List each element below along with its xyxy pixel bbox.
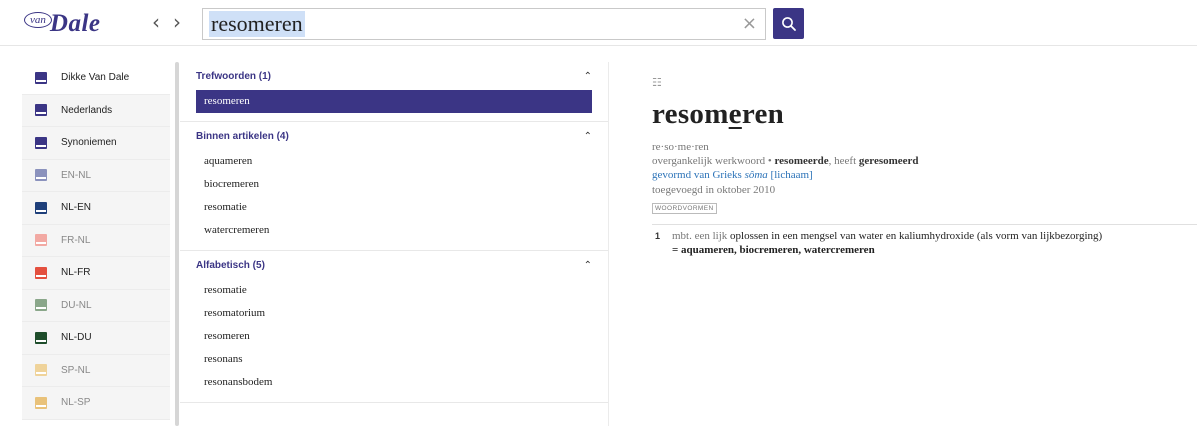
section-header[interactable]: Binnen artikelen (4) ⌃ bbox=[196, 122, 592, 150]
definition-body: oplossen in een mengsel van water en kal… bbox=[727, 230, 1103, 242]
dictionary-icon bbox=[35, 136, 47, 149]
result-item[interactable]: resomatie bbox=[196, 196, 592, 219]
search-button[interactable] bbox=[773, 8, 804, 39]
past-participle: geresomeerd bbox=[858, 155, 919, 167]
sidebar-item-nl-en[interactable]: NL-EN bbox=[22, 192, 170, 225]
result-item[interactable]: aquameren bbox=[196, 150, 592, 173]
sidebar-item-label: SP-NL bbox=[61, 364, 91, 376]
sidebar-item-label: FR-NL bbox=[61, 234, 91, 246]
section-header[interactable]: Alfabetisch (5) ⌃ bbox=[196, 251, 592, 279]
section-header[interactable]: Trefwoorden (1) ⌃ bbox=[196, 62, 592, 90]
result-item[interactable]: biocremeren bbox=[196, 173, 592, 196]
section-title: Binnen artikelen (4) bbox=[196, 130, 289, 142]
definition-synonyms: = aquameren, biocremeren, watercremeren bbox=[672, 244, 875, 256]
sidebar-item-label: NL-DU bbox=[61, 332, 92, 344]
forward-arrow-icon[interactable]: › bbox=[173, 12, 181, 32]
dictionary-icon bbox=[35, 104, 47, 117]
results-panel: Trefwoorden (1) ⌃ resomeren Binnen artikele… bbox=[180, 62, 608, 426]
grammar-type: overgankelijk werkwoord • bbox=[652, 155, 775, 167]
result-item[interactable]: resomeren bbox=[196, 325, 592, 348]
definition-divider bbox=[652, 224, 1197, 225]
date-added: toegevoegd in oktober 2010 bbox=[652, 184, 776, 196]
result-item[interactable]: resonansbodem bbox=[196, 371, 592, 394]
dictionary-icon bbox=[35, 364, 47, 377]
dictionary-sidebar: Dikke Van Dale Nederlands Synoniemen EN-NL N… bbox=[22, 62, 170, 426]
header: van Dale ‹ › resomeren × bbox=[0, 0, 1197, 46]
etymology-word: sôma bbox=[744, 169, 768, 181]
result-item[interactable]: resomatie bbox=[196, 279, 592, 302]
sidebar-item-sp-nl[interactable]: SP-NL bbox=[22, 354, 170, 387]
etymology-text: gevormd van Grieks bbox=[652, 169, 745, 181]
search-icon bbox=[781, 16, 796, 31]
panel-divider bbox=[608, 62, 609, 426]
chevron-up-icon[interactable]: ⌃ bbox=[584, 260, 592, 271]
section-title: Trefwoorden (1) bbox=[196, 70, 272, 82]
grammar-connector: , heeft bbox=[828, 155, 859, 167]
result-item[interactable]: resonans bbox=[196, 348, 592, 371]
headword-stress: e bbox=[728, 98, 742, 130]
result-item[interactable]: watercremeren bbox=[196, 219, 592, 242]
results-section: Alfabetisch (5) ⌃ resomatie resomatorium res… bbox=[180, 251, 608, 403]
sidebar-item-label: NL-SP bbox=[61, 397, 91, 409]
sidebar-item-label: EN-NL bbox=[61, 169, 92, 181]
definition-text: mbt. een lijk oplossen in een mengsel va… bbox=[672, 230, 1102, 242]
results-section: Binnen artikelen (4) ⌃ aquameren biocremere… bbox=[180, 122, 608, 251]
dictionary-icon bbox=[35, 234, 47, 247]
sidebar-item-label: Nederlands bbox=[61, 104, 113, 116]
result-item[interactable]: resomatorium bbox=[196, 302, 592, 325]
headword-part: ren bbox=[741, 98, 785, 130]
headword: resomeren bbox=[652, 98, 784, 131]
grammar-info: overgankelijk werkwoord • resomeerde, he… bbox=[652, 155, 919, 167]
sidebar-item-label: NL-FR bbox=[61, 267, 91, 279]
sidebar-item-label: NL-EN bbox=[61, 202, 92, 214]
sidebar-item-en-nl[interactable]: EN-NL bbox=[22, 159, 170, 192]
sidebar-item-nl-fr[interactable]: NL-FR bbox=[22, 257, 170, 290]
back-arrow-icon[interactable]: ‹ bbox=[152, 12, 160, 32]
dictionary-icon bbox=[35, 169, 47, 182]
sidebar-item-fr-nl[interactable]: FR-NL bbox=[22, 224, 170, 257]
result-item[interactable]: resomeren bbox=[196, 90, 592, 113]
list-toggle-icon[interactable]: ☷ bbox=[652, 76, 662, 89]
sidebar-item-label: Synoniemen bbox=[61, 137, 117, 149]
entry-detail: ☷ resomeren re·so·me·ren overgankelijk w… bbox=[652, 62, 1197, 426]
sidebar-scrollbar[interactable] bbox=[175, 62, 179, 426]
chevron-up-icon[interactable]: ⌃ bbox=[584, 131, 592, 142]
search-input[interactable]: resomeren bbox=[209, 11, 305, 37]
van-dale-logo[interactable]: van Dale bbox=[24, 10, 101, 38]
wordforms-button[interactable]: WOORDVORMEN bbox=[652, 203, 717, 214]
sidebar-item-nederlands[interactable]: Nederlands bbox=[22, 94, 170, 127]
logo-dale: Dale bbox=[49, 10, 101, 37]
dictionary-icon bbox=[35, 299, 47, 312]
sidebar-item-nl-sp[interactable]: NL-SP bbox=[22, 387, 170, 420]
section-title: Alfabetisch (5) bbox=[196, 259, 265, 271]
headword-part: resom bbox=[652, 98, 729, 130]
search-box: resomeren × bbox=[202, 8, 766, 40]
logo-van: van bbox=[24, 12, 52, 28]
sidebar-item-nl-du[interactable]: NL-DU bbox=[22, 322, 170, 355]
sidebar-item-label: DU-NL bbox=[61, 299, 92, 311]
definition-label: mbt. een lijk bbox=[672, 230, 728, 242]
sidebar-item-label: Dikke Van Dale bbox=[61, 72, 130, 84]
sidebar-item-dikke-van-dale[interactable]: Dikke Van Dale bbox=[22, 62, 170, 95]
dictionary-icon bbox=[35, 396, 47, 409]
past-tense: resomeerde bbox=[774, 155, 829, 167]
definition-number: 1 bbox=[655, 231, 661, 241]
clear-search-icon[interactable]: × bbox=[742, 15, 757, 33]
etymology: gevormd van Grieks sôma [lichaam] bbox=[652, 169, 813, 181]
chevron-up-icon[interactable]: ⌃ bbox=[584, 71, 592, 82]
dictionary-icon bbox=[35, 201, 47, 214]
results-section: Trefwoorden (1) ⌃ resomeren bbox=[180, 62, 608, 122]
sidebar-item-synoniemen[interactable]: Synoniemen bbox=[22, 127, 170, 160]
sidebar-item-du-nl[interactable]: DU-NL bbox=[22, 289, 170, 322]
etymology-meaning: [lichaam] bbox=[767, 169, 813, 181]
dictionary-icon bbox=[35, 266, 47, 279]
dictionary-icon bbox=[35, 71, 47, 84]
dictionary-icon bbox=[35, 331, 47, 344]
syllables: re·so·me·ren bbox=[652, 141, 709, 153]
